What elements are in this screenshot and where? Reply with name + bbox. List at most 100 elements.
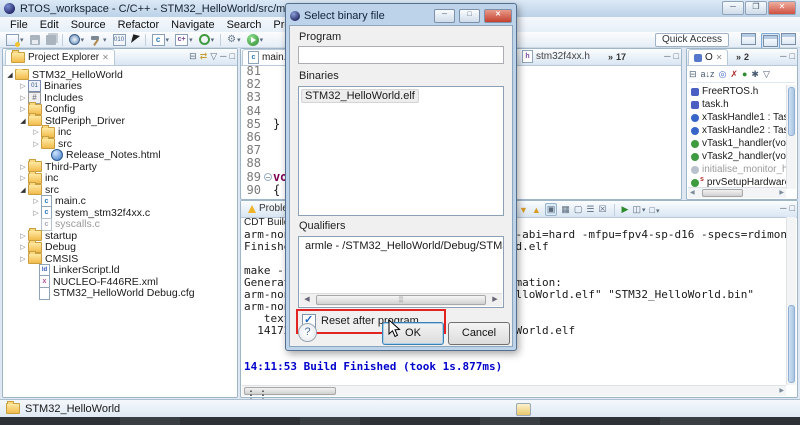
- run-button[interactable]: ▾: [245, 33, 266, 47]
- maximize-view-icon[interactable]: □: [230, 51, 235, 61]
- qualifiers-horizontal-scrollbar[interactable]: ◀ ▒ ▶: [300, 293, 502, 306]
- scrollbar-thumb[interactable]: [788, 305, 795, 383]
- select-element-button[interactable]: [130, 33, 141, 47]
- minimize-view-icon[interactable]: ─: [220, 51, 226, 61]
- maximize-view-icon[interactable]: □: [790, 51, 795, 61]
- tree-item[interactable]: ▷ Debug: [3, 239, 237, 253]
- outline-horizontal-scrollbar[interactable]: ◀ ▶: [688, 187, 786, 198]
- twistie-icon[interactable]: ◢: [5, 71, 15, 79]
- twistie-icon[interactable]: ▷: [31, 140, 41, 148]
- tree-item[interactable]: ▷ c main.c: [3, 194, 237, 208]
- qualifier-item[interactable]: armle - /STM32_HelloWorld/Debug/STM32_He…: [301, 240, 503, 252]
- twistie-icon[interactable]: ▷: [31, 128, 41, 136]
- more-views-indicator[interactable]: » 2: [731, 49, 754, 64]
- menu-file[interactable]: File: [4, 19, 34, 31]
- previous-error-icon[interactable]: ▲: [532, 205, 541, 215]
- scrollbar-thumb[interactable]: [702, 189, 744, 197]
- outline-item[interactable]: xTaskHandle2 : Task: [687, 124, 787, 137]
- view-menu-icon[interactable]: ▽: [210, 51, 217, 61]
- twistie-icon[interactable]: ▷: [18, 163, 28, 171]
- maximize-view-icon[interactable]: □: [674, 51, 679, 61]
- tree-item[interactable]: Release_Notes.html: [3, 149, 237, 162]
- twistie-icon[interactable]: ▷: [18, 82, 28, 90]
- new-cpp-class-button[interactable]: c+ ▾: [173, 33, 195, 47]
- twistie-icon[interactable]: ▷: [18, 105, 28, 113]
- view-menu-icon[interactable]: ▽: [763, 69, 770, 80]
- scroll-left-icon[interactable]: ◀: [690, 188, 695, 198]
- display-selected-console-icon[interactable]: ▶: [622, 204, 629, 215]
- tab-stm32f4xx-h[interactable]: h stm32f4xx.h: [517, 49, 595, 64]
- tree-item-project[interactable]: ◢ STM32_HelloWorld: [3, 69, 237, 81]
- twistie-icon[interactable]: ▷: [18, 232, 28, 240]
- quick-access-button[interactable]: Quick Access: [655, 33, 730, 47]
- minimize-view-icon[interactable]: ─: [780, 51, 786, 61]
- console-horizontal-scrollbar[interactable]: ⋮⋮ ▶: [242, 385, 786, 402]
- new-c-project-button[interactable]: c ▾: [150, 33, 172, 47]
- scroll-left-icon[interactable]: ◀: [300, 294, 314, 306]
- outline-item[interactable]: initialise_monitor_ha: [687, 163, 787, 176]
- outline-item[interactable]: task.h: [687, 98, 787, 111]
- binary-tools-button[interactable]: 010: [111, 33, 128, 47]
- tree-item[interactable]: ▷ inc: [3, 170, 237, 184]
- minimize-view-icon[interactable]: ─: [780, 203, 786, 213]
- link-with-editor-icon[interactable]: ⇄: [200, 51, 208, 61]
- outline-item[interactable]: vTask2_handler(void: [687, 150, 787, 163]
- build-variant-button[interactable]: ▾: [67, 33, 87, 47]
- next-error-icon[interactable]: ▼: [519, 205, 528, 215]
- scroll-right-icon[interactable]: ▶: [779, 386, 784, 396]
- save-button[interactable]: [28, 33, 42, 47]
- qualifiers-listbox[interactable]: armle - /STM32_HelloWorld/Debug/STM32_He…: [298, 236, 504, 308]
- tree-item[interactable]: c syscalls.c: [3, 217, 237, 231]
- tree-item[interactable]: ▷ src: [3, 136, 237, 150]
- menu-search[interactable]: Search: [221, 19, 268, 31]
- code-analysis-button[interactable]: ▾: [197, 33, 217, 47]
- tree-item[interactable]: ▷ inc: [3, 124, 237, 138]
- debug-perspective-button[interactable]: [781, 33, 796, 45]
- binary-item[interactable]: STM32_HelloWorld.elf: [301, 89, 419, 103]
- scrollbar-thumb[interactable]: ▒: [316, 295, 486, 305]
- new-wizard-button[interactable]: ▾: [4, 33, 26, 47]
- save-all-button[interactable]: [44, 33, 58, 47]
- cancel-button[interactable]: Cancel: [448, 322, 510, 345]
- sort-icon[interactable]: a↓z: [701, 69, 715, 79]
- close-button[interactable]: ✕: [768, 1, 796, 15]
- outline-vertical-scrollbar[interactable]: [786, 85, 796, 189]
- open-perspective[interactable]: [741, 33, 756, 45]
- tree-item[interactable]: ▷ 01 Binaries: [3, 80, 237, 93]
- restore-button[interactable]: ❐: [745, 1, 767, 15]
- close-icon[interactable]: ✕: [102, 53, 109, 62]
- maximize-view-icon[interactable]: □: [790, 203, 795, 213]
- outline-item[interactable]: xTaskHandle1 : Task: [687, 111, 787, 124]
- collapse-all-icon[interactable]: ⊟: [189, 51, 197, 61]
- menu-source[interactable]: Source: [65, 19, 112, 31]
- outline-item[interactable]: FreeRTOS.h: [687, 85, 787, 98]
- twistie-icon[interactable]: ◢: [18, 117, 28, 125]
- fold-marker-icon[interactable]: −: [264, 172, 272, 181]
- twistie-icon[interactable]: ▷: [31, 197, 41, 205]
- program-input[interactable]: [298, 46, 504, 64]
- tree-item[interactable]: ▷ startup: [3, 228, 237, 242]
- menu-navigate[interactable]: Navigate: [165, 19, 220, 31]
- binaries-listbox[interactable]: STM32_HelloWorld.elf: [298, 86, 504, 216]
- statusbar-activity-icon[interactable]: [516, 403, 531, 416]
- tab-outline[interactable]: O ✕: [688, 49, 729, 65]
- dialog-minimize-button[interactable]: ─: [434, 9, 455, 23]
- tree-item[interactable]: STM32_HelloWorld Debug.cfg: [3, 286, 237, 300]
- twistie-icon[interactable]: ◢: [18, 186, 28, 194]
- scroll-lock-icon[interactable]: ▢: [574, 204, 583, 215]
- open-console-icon[interactable]: ◫▾: [632, 204, 645, 215]
- minimize-view-icon[interactable]: ─: [664, 51, 670, 61]
- tree-item[interactable]: ▷ # Includes: [3, 91, 237, 104]
- external-tools-button[interactable]: ⚙ ▾: [225, 33, 242, 47]
- outline-item[interactable]: vTask1_handler(void: [687, 137, 787, 150]
- twistie-icon[interactable]: ▷: [18, 174, 28, 182]
- dialog-close-button[interactable]: ✕: [484, 9, 512, 23]
- tab-project-explorer[interactable]: Project Explorer ✕: [5, 49, 115, 65]
- show-console-on-output-icon[interactable]: ▣: [544, 203, 558, 216]
- twistie-icon[interactable]: ▷: [18, 94, 28, 102]
- close-icon[interactable]: ✕: [716, 53, 723, 62]
- cpp-perspective-button[interactable]: [761, 33, 780, 49]
- hide-fields-icon[interactable]: ◎: [719, 69, 727, 80]
- tree-item[interactable]: ◢ src: [3, 182, 237, 196]
- hide-non-public-icon[interactable]: ●: [742, 69, 747, 79]
